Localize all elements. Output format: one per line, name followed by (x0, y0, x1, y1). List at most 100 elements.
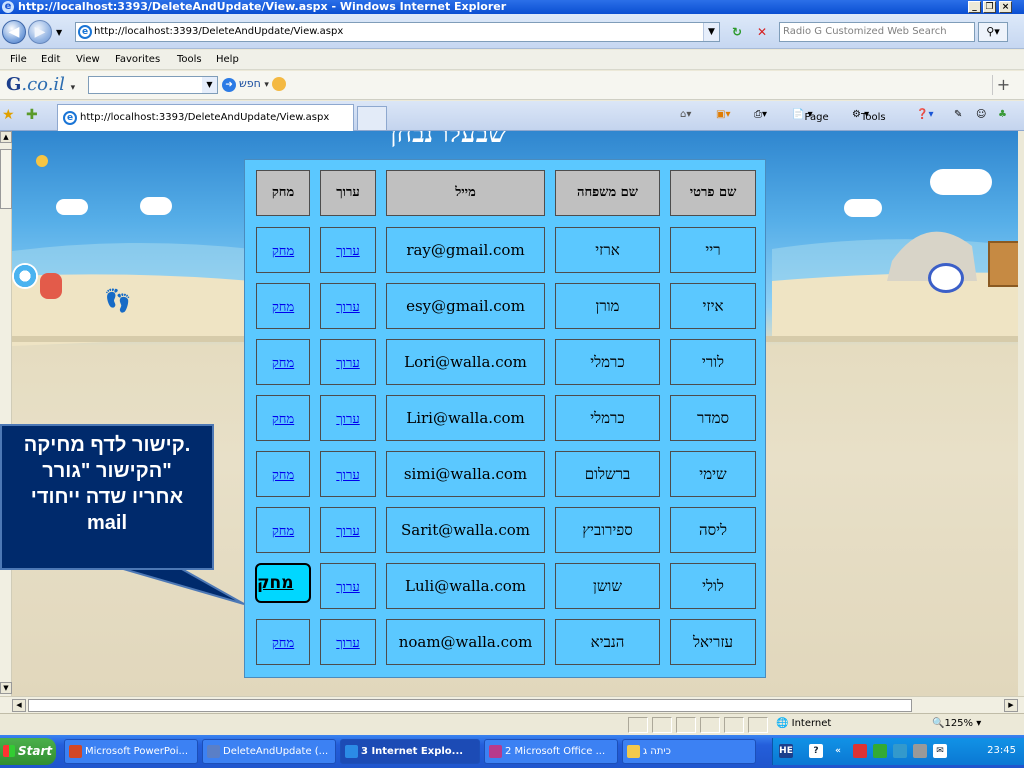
g-logo[interactable]: G.co.il ▾ (6, 74, 75, 95)
cell-mail: Luli@walla.com (386, 563, 545, 609)
scroll-right-icon[interactable]: ▶ (1004, 699, 1018, 712)
tray-app-icon[interactable] (913, 744, 927, 758)
add-favorites-icon[interactable]: ✚ (26, 107, 38, 123)
home-icon[interactable]: ⌂▾ (680, 109, 691, 120)
menu-help[interactable]: Help (216, 54, 239, 65)
cell-first-name: ריי (670, 227, 756, 273)
edit-link[interactable]: ערוך (336, 244, 359, 259)
task-visual-studio[interactable]: DeleteAndUpdate (... (202, 739, 336, 764)
tab-view-aspx[interactable]: e http://localhost:3393/DeleteAndUpdate/… (57, 104, 354, 131)
edit-link[interactable]: ערוך (336, 636, 359, 651)
g-toolbar: G.co.il ▾ ▼ ➜ חפש ▾ + (0, 71, 1024, 100)
g-logo-dropdown-icon[interactable]: ▾ (71, 83, 76, 93)
mail-tray-icon[interactable]: ✉ (933, 744, 947, 758)
delete-link[interactable]: מחק (272, 468, 294, 483)
search-button[interactable]: ⚲▾ (978, 22, 1008, 42)
cell-delete: מחק (256, 619, 310, 665)
visual-studio-icon (207, 745, 220, 758)
security-zone[interactable]: 🌐 Internet (776, 718, 831, 729)
horizontal-scrollbar[interactable]: ◀ ▶ (0, 696, 1024, 713)
edit-link[interactable]: ערוך (336, 356, 359, 371)
delete-link[interactable]: מחק (272, 412, 294, 427)
h-scroll-thumb[interactable] (28, 699, 912, 712)
menu-favorites[interactable]: Favorites (115, 54, 160, 65)
cell-mail: simi@walla.com (386, 451, 545, 497)
history-dropdown-icon[interactable]: ▼ (56, 28, 62, 37)
status-segment (676, 717, 696, 733)
smiley-icon[interactable] (272, 77, 287, 91)
callout-line: הקישור "גורר" (42, 460, 172, 482)
delete-link[interactable]: מחק (272, 356, 294, 371)
back-icon[interactable]: ◀ (2, 20, 26, 44)
task-internet-explorer[interactable]: 3 Internet Explo... (340, 739, 480, 764)
tray-app-icon[interactable] (853, 744, 867, 758)
help-icon[interactable]: ❓▾ (916, 109, 933, 120)
edit-link[interactable]: ערוך (336, 300, 359, 315)
tray-options-icon[interactable]: « (831, 744, 845, 758)
refresh-icon[interactable]: ↻ (728, 23, 746, 41)
delete-link[interactable]: מחק (272, 244, 294, 259)
feeds-icon[interactable]: ▣▾ (716, 109, 730, 120)
research-icon[interactable]: ✎ (954, 109, 962, 120)
cell-first-name: איזי (670, 283, 756, 329)
sandals-icon (40, 273, 62, 299)
task-powerpoint[interactable]: Microsoft PowerPoi... (64, 739, 198, 764)
zoom-level[interactable]: 🔍125% ▾ (932, 718, 981, 729)
menu-file[interactable]: File (10, 54, 27, 65)
page-heading: שבעלו נבחן (390, 131, 507, 149)
scroll-thumb[interactable] (0, 149, 12, 209)
scroll-up-icon[interactable]: ▲ (0, 131, 12, 143)
g-search-dropdown-icon[interactable]: ▼ (202, 77, 217, 93)
edit-link[interactable]: ערוך (336, 524, 359, 539)
addon-icon[interactable]: ♣ (998, 109, 1007, 120)
delete-link[interactable]: מחק (272, 524, 294, 539)
edit-link[interactable]: ערוך (336, 468, 359, 483)
status-segment (724, 717, 744, 733)
task-office[interactable]: 2 Microsoft Office ... (484, 739, 618, 764)
forward-icon[interactable]: ▶ (28, 20, 52, 44)
task-folder[interactable]: כיתה ג (622, 739, 756, 764)
cell-edit: ערוך (320, 283, 376, 329)
menu-tools[interactable]: Tools (177, 54, 202, 65)
menu-view[interactable]: View (76, 54, 100, 65)
status-segment (748, 717, 768, 733)
new-tab-button[interactable] (357, 106, 387, 130)
messenger-icon[interactable]: ☺ (976, 109, 986, 120)
tray-app-icon[interactable] (893, 744, 907, 758)
stop-icon[interactable]: ✕ (753, 23, 771, 41)
delete-link[interactable]: מחק (272, 300, 294, 315)
cloud-decoration (56, 199, 88, 215)
scroll-down-icon[interactable]: ▼ (0, 682, 12, 694)
vertical-scrollbar[interactable]: ▲ ▼ (0, 131, 12, 696)
search-input[interactable]: Radio G Customized Web Search (779, 22, 975, 42)
delete-link-highlighted[interactable]: מחק (255, 563, 311, 603)
favorites-star-icon[interactable]: ★ (2, 107, 15, 123)
delete-link[interactable]: מחק (272, 636, 294, 651)
language-indicator[interactable]: HE (779, 744, 793, 758)
page-menu[interactable]: 📄 Page ▾ (792, 109, 829, 123)
help-tray-icon[interactable]: ? (809, 744, 823, 758)
tools-menu[interactable]: ⚙ Tools ▾ (852, 109, 886, 123)
powerpoint-icon (69, 745, 82, 758)
magnifier-icon: ⚲▾ (986, 25, 1000, 38)
restore-button[interactable]: ❐ (983, 1, 996, 13)
close-button[interactable]: × (999, 1, 1012, 13)
g-options-dropdown-icon[interactable]: ▾ (264, 80, 269, 90)
edit-link[interactable]: ערוך (336, 412, 359, 427)
cell-last-name: כרמלי (555, 339, 660, 385)
menu-edit[interactable]: Edit (41, 54, 60, 65)
g-search-button[interactable]: ➜ חפש ▾ (222, 77, 287, 92)
address-dropdown-icon[interactable]: ▼ (703, 23, 719, 41)
scroll-left-icon[interactable]: ◀ (12, 699, 26, 712)
footprint-icon: 👣 (104, 289, 132, 314)
edit-link[interactable]: ערוך (336, 580, 359, 595)
minimize-button[interactable]: _ (968, 1, 981, 13)
g-search-input[interactable]: ▼ (88, 76, 218, 94)
address-bar[interactable]: e http://localhost:3393/DeleteAndUpdate/… (75, 22, 720, 42)
add-toolbar-icon[interactable]: + (992, 75, 1014, 95)
beach-sign-icon (988, 241, 1018, 287)
tab-bar: ★ ✚ e http://localhost:3393/DeleteAndUpd… (0, 101, 1024, 131)
print-icon[interactable]: ⎙▾ (754, 109, 767, 120)
tray-app-icon[interactable] (873, 744, 887, 758)
start-button[interactable]: Start (0, 738, 56, 765)
